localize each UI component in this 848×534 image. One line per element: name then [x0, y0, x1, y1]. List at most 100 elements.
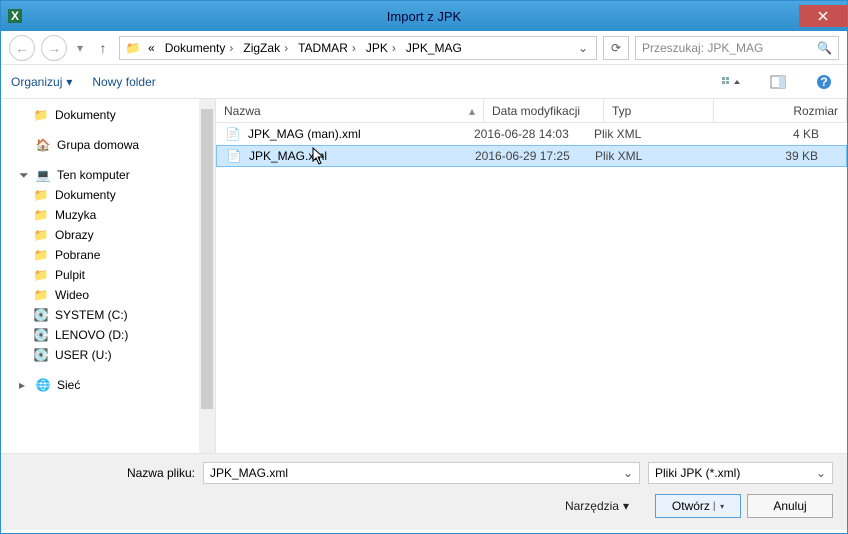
file-list: Nazwa▴ Data modyfikacji Typ Rozmiar 📄 JPK… — [216, 99, 847, 453]
filename-input[interactable]: JPK_MAG.xml ⌄ — [203, 462, 640, 484]
nav-back-button[interactable]: ← — [9, 35, 35, 61]
chevron-down-icon: ▾ — [623, 499, 629, 513]
tree-scrollbar[interactable] — [199, 99, 215, 453]
filetype-select[interactable]: Pliki JPK (*.xml) ⌄ — [648, 462, 833, 484]
tree-group-homegroup[interactable]: 🏠 Grupa domowa — [1, 135, 215, 155]
preview-pane-button[interactable] — [765, 71, 791, 93]
tree-label: Ten komputer — [57, 168, 130, 182]
view-options-button[interactable] — [719, 71, 745, 93]
chevron-right-icon: › — [392, 41, 396, 55]
nav-forward-button[interactable]: → — [41, 35, 67, 61]
breadcrumb-item[interactable]: TADMAR › — [294, 41, 360, 55]
tree-label: Dokumenty — [55, 188, 116, 202]
close-button[interactable] — [799, 5, 847, 27]
xml-file-icon: 📄 — [224, 127, 242, 141]
tree-label: Wideo — [55, 288, 89, 302]
tree-item[interactable]: 💽 LENOVO (D:) — [1, 325, 215, 345]
app-excel-icon: X — [1, 1, 31, 31]
tree-group-computer[interactable]: ⏷ 💻 Ten komputer — [1, 165, 215, 185]
chevron-down-icon: ▾ — [66, 75, 72, 89]
nav-up-button[interactable]: ↑ — [93, 35, 113, 61]
file-type: Plik XML — [594, 127, 704, 141]
header-type[interactable]: Typ — [604, 99, 714, 122]
drive-or-folder-icon: 📁 — [33, 208, 49, 222]
file-date: 2016-06-29 17:25 — [475, 149, 595, 163]
tree-item[interactable]: 📁 Pulpit — [1, 265, 215, 285]
search-input[interactable]: Przeszukaj: JPK_MAG 🔍 — [635, 36, 839, 60]
search-placeholder: Przeszukaj: JPK_MAG — [642, 41, 763, 55]
tree-label: SYSTEM (C:) — [55, 308, 128, 322]
organize-button[interactable]: Organizuj ▾ — [11, 75, 72, 89]
new-folder-button[interactable]: Nowy folder — [92, 75, 155, 89]
folder-icon: 📁 — [124, 41, 142, 55]
file-size: 39 KB — [705, 149, 838, 163]
header-name[interactable]: Nazwa▴ — [216, 99, 484, 122]
folder-icon: 📁 — [33, 108, 49, 122]
footer: Nazwa pliku: JPK_MAG.xml ⌄ Pliki JPK (*.… — [1, 453, 847, 530]
cancel-button[interactable]: Anuluj — [747, 494, 833, 518]
drive-or-folder-icon: 📁 — [33, 188, 49, 202]
tree-label: Pulpit — [55, 268, 85, 282]
file-name: JPK_MAG (man).xml — [248, 127, 361, 141]
computer-icon: 💻 — [35, 168, 51, 182]
breadcrumb-item[interactable]: ZigZak › — [239, 41, 292, 55]
chevron-down-icon[interactable]: ⌄ — [816, 466, 826, 480]
tree-item[interactable]: 📁Pobrane — [1, 245, 215, 265]
drive-or-folder-icon: 📁 — [33, 228, 49, 242]
main-area: 📁 Dokumenty 🏠 Grupa domowa ⏷ 💻 Ten kompu… — [1, 99, 847, 453]
breadcrumb-item[interactable]: Dokumenty › — [161, 41, 238, 55]
svg-text:?: ? — [820, 75, 827, 89]
nav-history-dropdown[interactable]: ▾ — [73, 35, 87, 61]
drive-or-folder-icon: 💽 — [33, 348, 49, 362]
refresh-button[interactable]: ⟳ — [603, 36, 629, 60]
tree-label: Muzyka — [55, 208, 96, 222]
file-row[interactable]: 📄 JPK_MAG (man).xml 2016-06-28 14:03Plik X… — [216, 123, 847, 145]
expand-icon: ▸ — [19, 378, 29, 392]
chevron-down-icon[interactable]: ⌄ — [623, 466, 633, 480]
tree-item[interactable]: 📁 Obrazy — [1, 225, 215, 245]
tree-label: Obrazy — [55, 228, 94, 242]
scrollbar-thumb[interactable] — [201, 109, 213, 409]
header-size[interactable]: Rozmiar — [714, 99, 847, 122]
search-icon: 🔍 — [817, 41, 832, 55]
file-name: JPK_MAG.xml — [249, 149, 327, 163]
chevron-right-icon: › — [352, 41, 356, 55]
breadcrumb-prefix: « — [144, 41, 159, 55]
tree-item[interactable]: 📁 Dokumenty — [1, 105, 215, 125]
tree-label: LENOVO (D:) — [55, 328, 128, 342]
address-dropdown-icon[interactable]: ⌄ — [574, 41, 592, 55]
tree-item[interactable]: 💽 SYSTEM (C:) — [1, 305, 215, 325]
drive-or-folder-icon: 📁 — [33, 288, 49, 302]
tree-item[interactable]: 📁 Muzyka — [1, 205, 215, 225]
tree-item[interactable]: 📁 Dokumenty — [1, 185, 215, 205]
tree-label: Dokumenty — [55, 108, 116, 122]
navigation-bar: ← → ▾ ↑ 📁 « Dokumenty › ZigZak › TADMAR … — [1, 31, 847, 65]
file-type: Plik XML — [595, 149, 705, 163]
breadcrumb-item[interactable]: JPK › — [362, 41, 400, 55]
homegroup-icon: 🏠 — [35, 138, 51, 152]
file-row[interactable]: 📄 JPK_MAG.xml 2016-06-29 17:25Plik XML39 K… — [216, 145, 847, 167]
help-button[interactable]: ? — [811, 71, 837, 93]
xml-file-icon: 📄 — [225, 149, 243, 163]
address-bar[interactable]: 📁 « Dokumenty › ZigZak › TADMAR › JPK › … — [119, 36, 597, 60]
tools-label: Narzędzia — [565, 499, 619, 513]
filename-label: Nazwa pliku: — [15, 466, 195, 480]
tree-label: USER (U:) — [55, 348, 112, 362]
drive-or-folder-icon: 📁 — [33, 268, 49, 282]
header-date[interactable]: Data modyfikacji — [484, 99, 604, 122]
filename-value: JPK_MAG.xml — [210, 466, 288, 480]
drive-or-folder-icon: 💽 — [33, 328, 49, 342]
tools-button[interactable]: Narzędzia ▾ — [565, 499, 629, 513]
tree-item[interactable]: 📁 Wideo — [1, 285, 215, 305]
open-button[interactable]: Otwórz▏▾ — [655, 494, 741, 518]
drive-or-folder-icon: 💽 — [33, 308, 49, 322]
file-date: 2016-06-28 14:03 — [474, 127, 594, 141]
toolbar: Organizuj ▾ Nowy folder ? — [1, 65, 847, 99]
titlebar: X Import z JPK — [1, 1, 847, 31]
breadcrumb-item[interactable]: JPK_MAG — [402, 41, 466, 55]
filetype-value: Pliki JPK (*.xml) — [655, 466, 740, 480]
tree-label: Pobrane — [55, 248, 100, 262]
tree-group-network[interactable]: ▸ 🌐 Sieć — [1, 375, 215, 395]
tree-label: Grupa domowa — [57, 138, 139, 152]
tree-item[interactable]: 💽 USER (U:) — [1, 345, 215, 365]
